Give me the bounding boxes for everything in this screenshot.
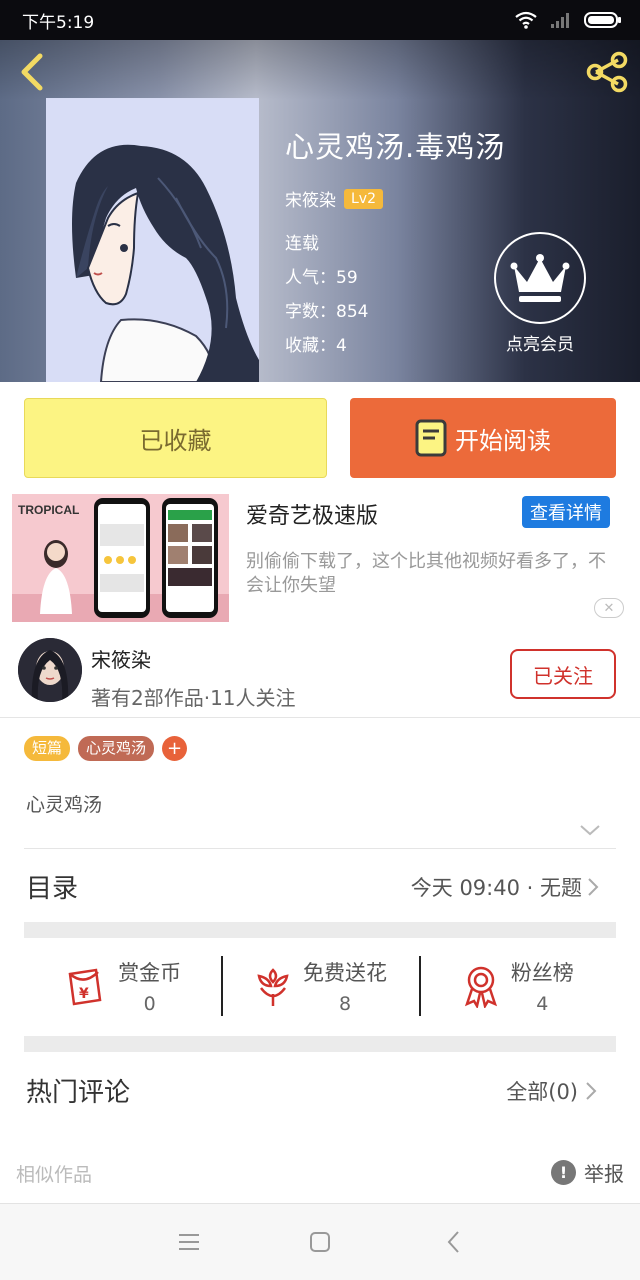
red-envelope-icon: ¥	[68, 968, 102, 1006]
status-time: 下午5:19	[22, 12, 95, 33]
ad-title: 爱奇艺极速版	[246, 504, 379, 529]
tag-short[interactable]: 短篇	[24, 736, 71, 761]
ad-thumbnail[interactable]: TROPICAL	[12, 494, 229, 622]
flower-icon	[257, 968, 289, 1006]
home-icon[interactable]	[306, 1228, 334, 1256]
award-ribbon-icon	[464, 966, 497, 1008]
start-reading-label: 开始阅读	[455, 426, 551, 455]
similar-works-title: 相似作品	[16, 1164, 93, 1186]
ad-description: 别偷偷下载了，这个比其他视频好看多了，不会让你失望	[246, 551, 606, 596]
signal-icon	[551, 13, 569, 28]
book-author-line: 宋筱染 Lv2	[285, 186, 585, 211]
stat-label: 粉丝榜	[510, 961, 574, 985]
divider	[24, 848, 616, 849]
wifi-icon	[515, 11, 537, 29]
book-cover[interactable]	[46, 98, 259, 382]
author-meta: 著有2部作品·11人关注	[91, 686, 296, 710]
author-avatar[interactable]	[18, 638, 82, 702]
vip-button[interactable]: 点亮会员	[494, 232, 586, 355]
svg-text:¥: ¥	[79, 986, 89, 1002]
system-nav-bar	[0, 1203, 640, 1280]
stat-value: 0	[143, 993, 156, 1015]
status-bar: 下午5:19	[0, 0, 640, 40]
tag-list: 短篇 心灵鸡汤 +	[24, 736, 188, 761]
section-separator	[24, 1036, 616, 1052]
report-button[interactable]: ! 举报	[551, 1158, 624, 1187]
book-title: 心灵鸡汤.毒鸡汤	[285, 130, 506, 164]
stat-free-flowers[interactable]: 免费送花 8	[221, 946, 418, 1026]
following-button[interactable]: 已关注	[510, 649, 616, 699]
author-name[interactable]: 宋筱染	[91, 644, 151, 673]
book-icon	[415, 419, 447, 457]
alert-icon: !	[551, 1160, 576, 1185]
ad-banner[interactable]: TROPICAL 爱奇艺极速版 查看详情 别偷偷下载了，这个比其他视频好看多了，…	[12, 494, 628, 622]
ad-thumbnail-art: TROPICAL	[12, 494, 229, 622]
ad-details-button[interactable]: 查看详情	[522, 496, 610, 528]
start-reading-button[interactable]: 开始阅读	[350, 398, 616, 478]
add-tag-icon[interactable]: +	[162, 736, 188, 761]
stat-value: 4	[536, 993, 549, 1015]
status-icons	[514, 11, 622, 29]
stat-label: 免费送花	[302, 961, 387, 985]
tag-chicken-soup[interactable]: 心灵鸡汤	[78, 736, 155, 761]
ad-thumb-text: TROPICAL	[18, 503, 79, 517]
vip-badge	[494, 232, 586, 324]
stat-fan-ranking[interactable]: 粉丝榜 4	[418, 946, 616, 1026]
back-arrow-icon[interactable]	[14, 52, 50, 92]
stat-value: 8	[338, 993, 352, 1015]
chevron-down-icon[interactable]	[578, 822, 602, 838]
chevron-right-icon	[588, 878, 599, 896]
chevron-right-icon	[586, 1082, 597, 1100]
stat-reward-coins[interactable]: ¥ 赏金币 0	[24, 946, 221, 1026]
section-separator	[24, 922, 616, 938]
ad-close-icon[interactable]: ✕	[594, 598, 624, 618]
hot-comments-row[interactable]: 热门评论 全部(0)	[24, 1062, 616, 1118]
share-icon[interactable]	[584, 50, 630, 94]
crown-icon	[510, 254, 570, 302]
all-comments-link[interactable]: 全部(0)	[506, 1076, 578, 1106]
stat-label: 赏金币	[118, 961, 182, 985]
catalog-row[interactable]: 目录 今天 09:40 · 无题	[24, 858, 616, 916]
collected-label: 已收藏	[139, 426, 212, 455]
report-label: 举报	[584, 1162, 624, 1186]
book-author[interactable]: 宋筱染	[285, 186, 336, 211]
catalog-title: 目录	[26, 874, 79, 904]
author-card[interactable]: 宋筱染 著有2部作品·11人关注 已关注	[0, 630, 640, 718]
book-intro: 心灵鸡汤	[26, 794, 103, 816]
nav-back-icon[interactable]	[440, 1228, 468, 1256]
cover-illustration	[46, 98, 259, 382]
avatar-art	[18, 638, 82, 702]
support-stats: ¥ 赏金币 0 免费送花 8 粉丝榜 4	[24, 946, 616, 1026]
battery-icon	[584, 12, 621, 28]
vip-label: 点亮会员	[506, 335, 574, 355]
menu-icon[interactable]	[175, 1228, 203, 1256]
book-header: 心灵鸡汤.毒鸡汤 宋筱染 Lv2 连载 人气：59 字数：854 收藏：4 点亮…	[0, 40, 640, 382]
collected-button[interactable]: 已收藏	[24, 398, 327, 478]
catalog-latest-chapter: 今天 09:40 · 无题	[410, 876, 582, 900]
hot-comments-title: 热门评论	[26, 1078, 131, 1108]
level-badge: Lv2	[344, 188, 383, 209]
